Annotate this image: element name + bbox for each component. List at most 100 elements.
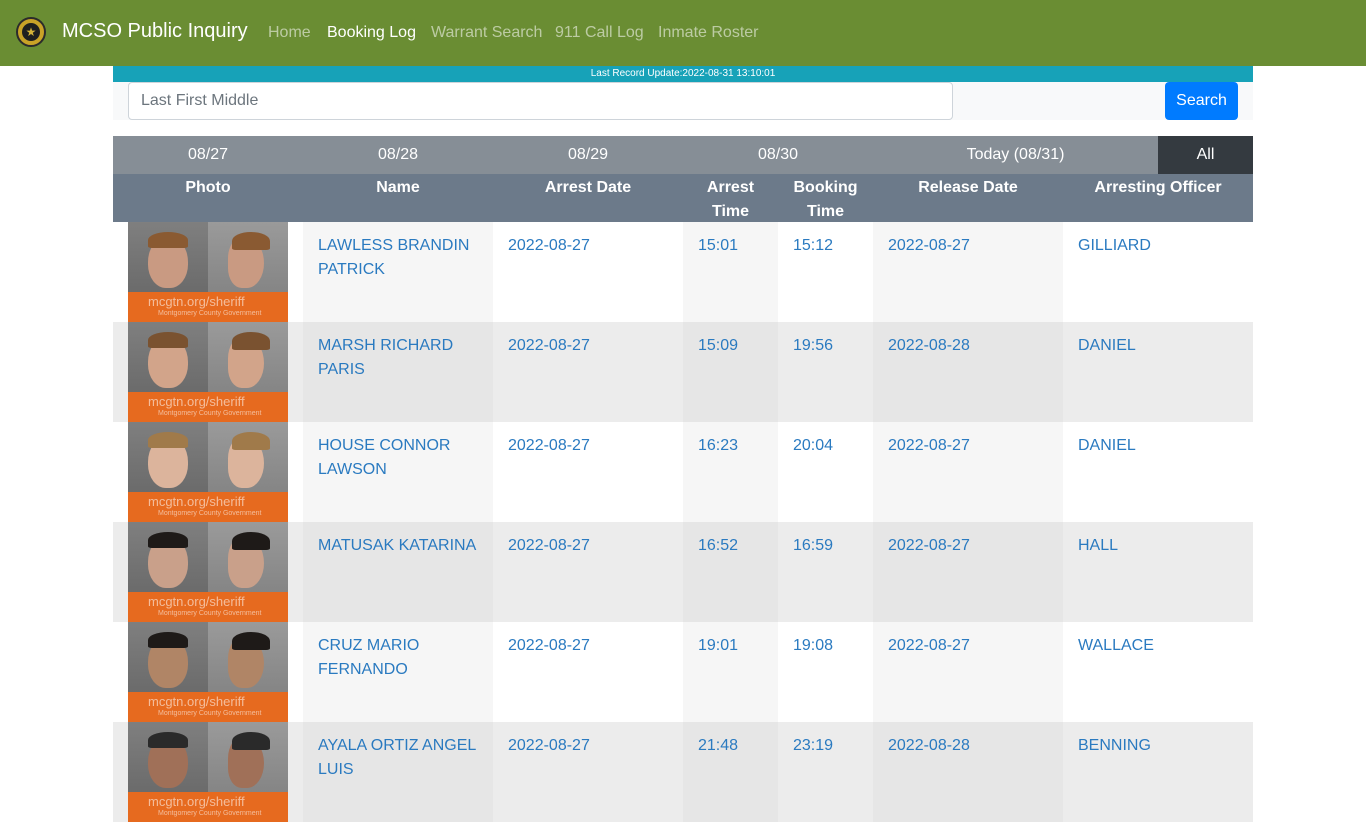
name-link[interactable]: FERNANDO <box>318 658 493 682</box>
name-cell: CRUZ MARIO FERNANDO <box>318 622 493 722</box>
nav-link-home[interactable]: Home <box>268 24 311 42</box>
header-booking-time-line2: Time <box>806 203 845 220</box>
booking-time-cell: 19:56 <box>793 322 873 422</box>
hair-side <box>232 632 270 650</box>
arrest-date-link[interactable]: 2022-08-27 <box>508 534 683 558</box>
tab-08-28[interactable]: 08/28 <box>303 136 493 174</box>
arrest-date-cell: 2022-08-27 <box>508 322 683 422</box>
booking-time-link[interactable]: 15:12 <box>793 234 873 258</box>
name-link[interactable]: LAWLESS BRANDIN <box>318 234 493 258</box>
officer-link[interactable]: DANIEL <box>1078 434 1253 458</box>
officer-cell: DANIEL <box>1078 322 1253 422</box>
tab-08-30[interactable]: 08/30 <box>683 136 873 174</box>
name-link[interactable]: MARSH RICHARD <box>318 334 493 358</box>
header-arrest-time-line1: Arrest <box>706 179 755 196</box>
arrest-date-link[interactable]: 2022-08-27 <box>508 234 683 258</box>
officer-cell: GILLIARD <box>1078 222 1253 322</box>
release-date-link[interactable]: 2022-08-27 <box>888 634 1063 658</box>
release-date-link[interactable]: 2022-08-27 <box>888 234 1063 258</box>
mugshot-photo[interactable]: mcgtn.org/sheriff Montgomery County Gover… <box>128 622 288 722</box>
name-cell: MARSH RICHARD PARIS <box>318 322 493 422</box>
name-link[interactable]: LUIS <box>318 758 493 782</box>
header-photo: Photo <box>185 179 231 196</box>
officer-link[interactable]: DANIEL <box>1078 334 1253 358</box>
arrest-time-link[interactable]: 16:23 <box>698 434 778 458</box>
arrest-date-cell: 2022-08-27 <box>508 522 683 622</box>
name-link[interactable]: HOUSE CONNOR <box>318 434 493 458</box>
header-arresting-officer: Arresting Officer <box>1094 179 1222 196</box>
table-row: mcgtn.org/sheriff Montgomery County Gover… <box>113 222 1253 322</box>
hair-front <box>148 732 188 748</box>
hair-front <box>148 232 188 248</box>
officer-link[interactable]: HALL <box>1078 534 1253 558</box>
arrest-date-link[interactable]: 2022-08-27 <box>508 734 683 758</box>
release-date-link[interactable]: 2022-08-27 <box>888 434 1063 458</box>
header-arrest-time: Arrest Time <box>683 176 778 224</box>
booking-time-link[interactable]: 16:59 <box>793 534 873 558</box>
booking-time-link[interactable]: 19:56 <box>793 334 873 358</box>
search-button[interactable]: Search <box>1165 82 1238 120</box>
mugshot-photo[interactable]: mcgtn.org/sheriff Montgomery County Gover… <box>128 222 288 322</box>
release-date-cell: 2022-08-27 <box>888 522 1063 622</box>
photo-watermark-sub: Montgomery County Government <box>158 510 262 517</box>
release-date-link[interactable]: 2022-08-28 <box>888 734 1063 758</box>
last-update-banner: Last Record Update:2022-08-31 13:10:01 <box>113 66 1253 82</box>
arrest-date-link[interactable]: 2022-08-27 <box>508 334 683 358</box>
arrest-time-link[interactable]: 16:52 <box>698 534 778 558</box>
photo-watermark: mcgtn.org/sheriff <box>148 394 245 409</box>
hair-side <box>232 332 270 350</box>
officer-cell: WALLACE <box>1078 622 1253 722</box>
officer-link[interactable]: GILLIARD <box>1078 234 1253 258</box>
booking-time-link[interactable]: 23:19 <box>793 734 873 758</box>
name-link[interactable]: MATUSAK KATARINA <box>318 534 493 558</box>
nav-link-warrant-search[interactable]: Warrant Search <box>431 24 542 42</box>
arrest-date-cell: 2022-08-27 <box>508 722 683 822</box>
mugshot-photo[interactable]: mcgtn.org/sheriff Montgomery County Gover… <box>128 322 288 422</box>
arrest-time-link[interactable]: 15:01 <box>698 234 778 258</box>
arrest-date-cell: 2022-08-27 <box>508 622 683 722</box>
release-date-link[interactable]: 2022-08-28 <box>888 334 1063 358</box>
sheriff-badge-icon[interactable]: ★ <box>16 17 46 47</box>
nav-link-911-call-log[interactable]: 911 Call Log <box>555 24 644 42</box>
arrest-time-link[interactable]: 21:48 <box>698 734 778 758</box>
arrest-time-link[interactable]: 15:09 <box>698 334 778 358</box>
officer-link[interactable]: BENNING <box>1078 734 1253 758</box>
release-date-cell: 2022-08-27 <box>888 622 1063 722</box>
arrest-time-cell: 21:48 <box>698 722 778 822</box>
name-link[interactable]: CRUZ MARIO <box>318 634 493 658</box>
mugshot-photo[interactable]: mcgtn.org/sheriff Montgomery County Gover… <box>128 422 288 522</box>
photo-watermark-sub: Montgomery County Government <box>158 310 262 317</box>
officer-link[interactable]: WALLACE <box>1078 634 1253 658</box>
booking-time-link[interactable]: 19:08 <box>793 634 873 658</box>
header-booking-time-line1: Booking <box>793 179 858 196</box>
name-link[interactable]: PATRICK <box>318 258 493 282</box>
arrest-time-cell: 16:52 <box>698 522 778 622</box>
release-date-cell: 2022-08-27 <box>888 222 1063 322</box>
brand-title[interactable]: MCSO Public Inquiry <box>62 20 248 43</box>
name-link[interactable]: LAWSON <box>318 458 493 482</box>
header-arrest-time-line2: Time <box>711 203 750 220</box>
nav-link-booking-log[interactable]: Booking Log <box>327 24 416 42</box>
arrest-date-link[interactable]: 2022-08-27 <box>508 634 683 658</box>
table-row: mcgtn.org/sheriff Montgomery County Gover… <box>113 622 1253 722</box>
tab-08-29[interactable]: 08/29 <box>493 136 683 174</box>
tab-all[interactable]: All <box>1158 136 1253 174</box>
arrest-date-link[interactable]: 2022-08-27 <box>508 434 683 458</box>
arrest-time-link[interactable]: 19:01 <box>698 634 778 658</box>
nav-link-inmate-roster[interactable]: Inmate Roster <box>658 24 758 42</box>
officer-cell: BENNING <box>1078 722 1253 822</box>
name-link[interactable]: AYALA ORTIZ ANGEL <box>318 734 493 758</box>
tab-today[interactable]: Today (08/31) <box>873 136 1158 174</box>
search-input[interactable] <box>128 82 953 120</box>
mugshot-photo[interactable]: mcgtn.org/sheriff Montgomery County Gover… <box>128 722 288 822</box>
release-date-link[interactable]: 2022-08-27 <box>888 534 1063 558</box>
arrest-date-cell: 2022-08-27 <box>508 422 683 522</box>
photo-watermark: mcgtn.org/sheriff <box>148 694 245 709</box>
header-booking-time: Booking Time <box>778 176 873 224</box>
name-link[interactable]: PARIS <box>318 358 493 382</box>
mugshot-photo[interactable]: mcgtn.org/sheriff Montgomery County Gover… <box>128 522 288 622</box>
photo-watermark-sub: Montgomery County Government <box>158 610 262 617</box>
booking-time-link[interactable]: 20:04 <box>793 434 873 458</box>
booking-time-cell: 15:12 <box>793 222 873 322</box>
tab-08-27[interactable]: 08/27 <box>113 136 303 174</box>
